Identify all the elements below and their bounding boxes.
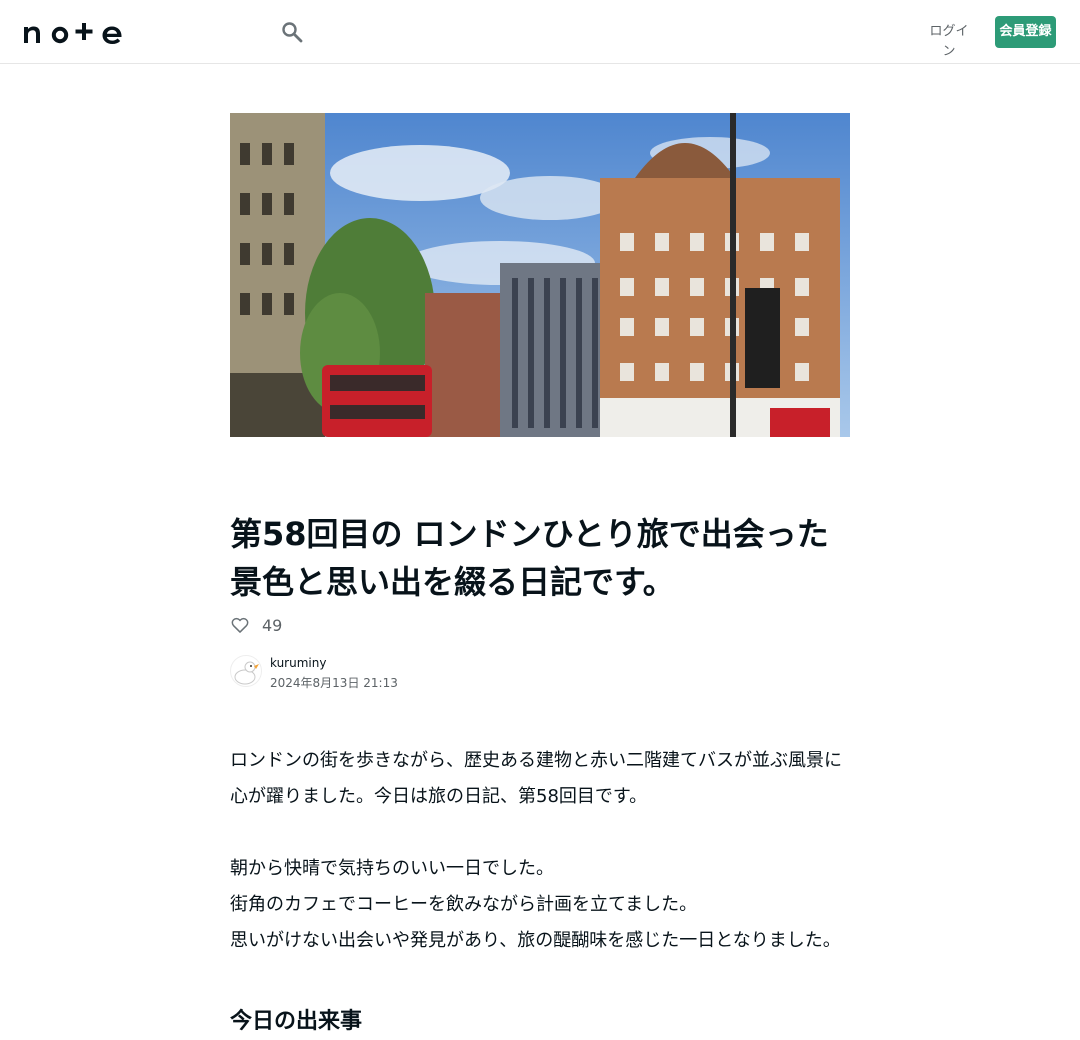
section-heading: 今日の出来事 — [230, 1009, 363, 1034]
login-link[interactable]: ログイン — [926, 22, 972, 59]
signup-button[interactable]: 会員登録 — [995, 16, 1056, 48]
paragraph: 街角のカフェでコーヒーを飲みながら計画を立てました。 — [230, 894, 698, 915]
paragraph: ロンドンの街を歩きながら、歴史ある建物と赤い二階建てバスが並ぶ風景に心が躍りまし… — [230, 750, 842, 807]
note-logo[interactable] — [24, 20, 124, 44]
article-body: ロンドンの街を歩きながら、歴史ある建物と赤い二階建てバスが並ぶ風景に心が躍りまし… — [230, 743, 850, 959]
heart-icon[interactable] — [230, 615, 250, 635]
avatar[interactable] — [230, 655, 262, 687]
post-date: 2024年8月13日 21:13 — [270, 676, 398, 690]
site-header: ログイン 会員登録 — [0, 0, 1080, 64]
author-name[interactable]: kuruminy — [270, 656, 326, 670]
like-row: 49 — [230, 612, 282, 638]
like-count: 49 — [262, 615, 283, 635]
paragraph: 思いがけない出会いや発見があり、旅の醍醐味を感じた一日となりました。 — [230, 930, 841, 951]
hero-image — [230, 113, 850, 437]
article-title: 第58回目の ロンドンひとり旅で出会った景色と思い出を綴る日記です。 — [230, 515, 829, 601]
search-icon[interactable] — [280, 20, 304, 44]
paragraph: 朝から快晴で気持ちのいい一日でした。 — [230, 858, 554, 879]
